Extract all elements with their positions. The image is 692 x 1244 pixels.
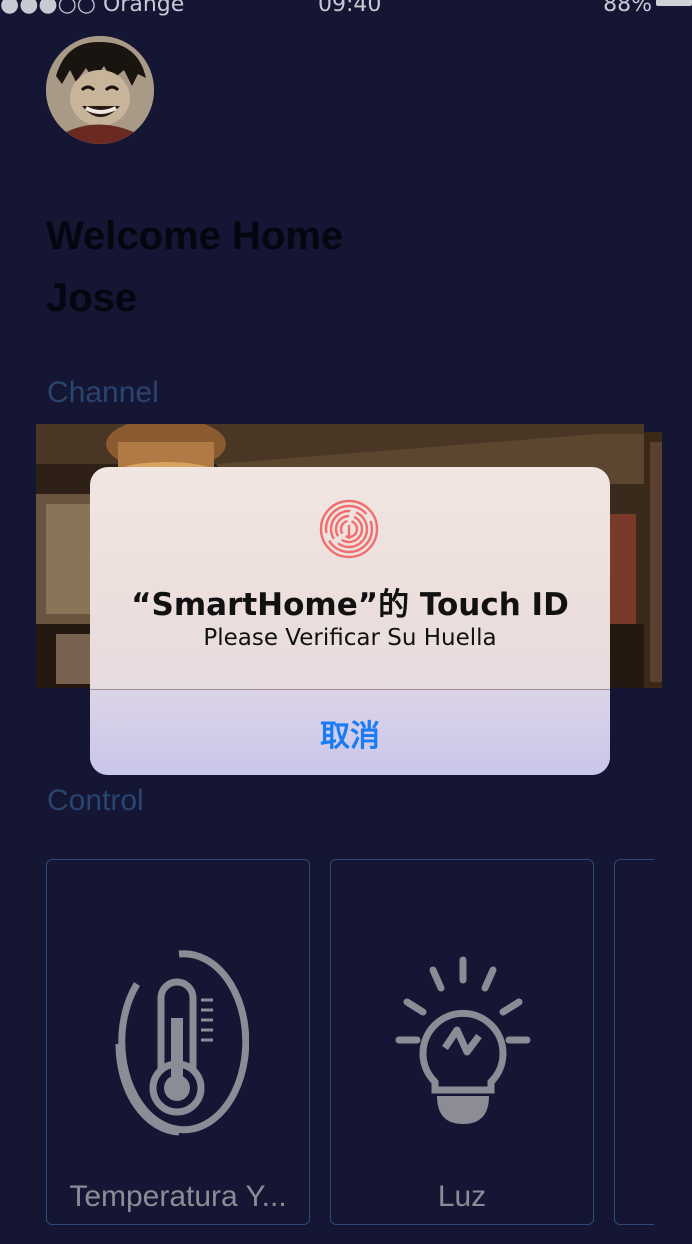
control-card-label: Temperatura Y... <box>69 1180 287 1213</box>
status-time: 09:40 <box>318 0 382 17</box>
control-card-next[interactable] <box>614 859 654 1225</box>
lightbulb-icon <box>395 956 531 1141</box>
dialog-body: “SmartHome”的 Touch ID Please Verificar S… <box>90 467 610 689</box>
dialog-message: Please Verificar Su Huella <box>203 625 497 651</box>
welcome-line: Welcome Home <box>46 214 344 258</box>
welcome-heading: Welcome Home Jose <box>46 205 343 329</box>
control-section-title: Control <box>47 784 144 817</box>
carrier-label: ●●●○○ Orange <box>0 0 185 17</box>
touch-id-dialog: “SmartHome”的 Touch ID Please Verificar S… <box>90 467 610 775</box>
dialog-title: “SmartHome”的 Touch ID <box>131 587 569 623</box>
battery-percent: 88% <box>603 0 652 17</box>
thermometer-icon <box>109 948 250 1143</box>
battery-icon <box>656 0 692 6</box>
channel-section-title: Channel <box>47 376 159 409</box>
control-card-label: Luz <box>437 1180 487 1213</box>
fingerprint-icon <box>319 499 379 559</box>
control-card-temperature[interactable]: Temperatura Y... <box>46 859 310 1225</box>
channel-card-next-edge <box>650 442 662 682</box>
status-bar: ●●●○○ Orange 09:40 88% <box>0 0 692 17</box>
avatar[interactable] <box>46 36 154 144</box>
user-name: Jose <box>46 276 138 320</box>
control-card-light[interactable]: Luz <box>330 859 594 1225</box>
cancel-button[interactable]: 取消 <box>90 690 610 775</box>
avatar-image <box>46 36 154 144</box>
